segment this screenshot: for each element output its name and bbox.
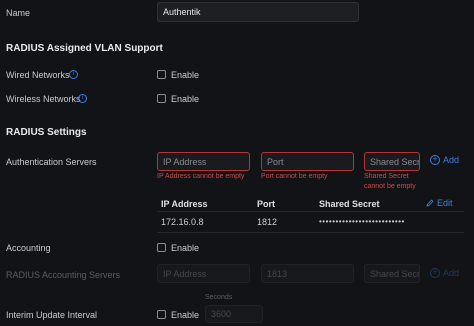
interim-enable-checkbox[interactable]	[157, 310, 166, 319]
interim-seconds-input[interactable]: 3600	[205, 305, 263, 323]
seconds-label: Seconds	[205, 294, 233, 301]
accounting-ip-input[interactable]: IP Address	[157, 264, 250, 283]
table-header-divider	[157, 211, 464, 212]
edit-label: Edit	[437, 198, 453, 208]
accounting-servers-label: RADIUS Accounting Servers	[6, 270, 121, 280]
accounting-enable-label[interactable]: Enable	[171, 243, 199, 253]
table-cell-secret: ••••••••••••••••••••••••••	[319, 217, 405, 226]
ip-error: IP Address cannot be empty	[157, 173, 245, 180]
info-icon[interactable]: i	[78, 94, 87, 103]
accounting-label: Accounting	[6, 243, 51, 253]
wired-networks-label: Wired Networks	[6, 70, 70, 80]
name-input[interactable]: Authentik	[157, 2, 359, 22]
secret-error-line-2: cannot be empty	[364, 183, 416, 190]
accounting-secret-input[interactable]: Shared Secret	[364, 264, 420, 283]
name-label: Name	[6, 8, 31, 18]
accounting-port-input[interactable]: 1813	[261, 264, 354, 283]
pencil-icon	[426, 199, 434, 207]
wireless-enable-checkbox[interactable]	[157, 94, 166, 103]
table-cell-port: 1812	[257, 217, 278, 227]
secret-error-line-1: Shared Secret	[364, 173, 409, 180]
auth-port-input[interactable]: Port	[261, 152, 354, 171]
add-accounting-server-button[interactable]: + Add	[430, 268, 459, 278]
wired-enable-checkbox[interactable]	[157, 70, 166, 79]
plus-circle-icon: +	[430, 155, 440, 165]
add-auth-server-button[interactable]: + Add	[430, 155, 459, 165]
edit-button[interactable]: Edit	[426, 198, 453, 208]
table-cell-ip: 172.16.0.8	[161, 217, 204, 227]
wireless-enable-label[interactable]: Enable	[171, 94, 199, 104]
col-port: Port	[257, 199, 275, 209]
interim-update-interval-label: Interim Update Interval	[6, 310, 98, 320]
plus-circle-icon: +	[430, 268, 440, 278]
interim-enable-label[interactable]: Enable	[171, 310, 199, 320]
add-label: Add	[443, 155, 460, 165]
authentication-servers-label: Authentication Servers	[6, 157, 97, 167]
add-label: Add	[443, 268, 460, 278]
wireless-networks-label: Wireless Networks	[6, 94, 81, 104]
table-row-divider	[157, 232, 464, 233]
port-error: Port cannot be empty	[261, 173, 328, 180]
radius-settings-heading: RADIUS Settings	[6, 127, 87, 138]
col-shared-secret: Shared Secret	[319, 199, 380, 209]
auth-secret-input[interactable]: Shared Secret	[364, 152, 420, 171]
info-icon[interactable]: i	[69, 70, 78, 79]
wired-enable-label[interactable]: Enable	[171, 70, 199, 80]
accounting-enable-checkbox[interactable]	[157, 243, 166, 252]
vlan-heading: RADIUS Assigned VLAN Support	[6, 43, 163, 54]
col-ip-address: IP Address	[161, 199, 208, 209]
auth-ip-input[interactable]: IP Address	[157, 152, 250, 171]
